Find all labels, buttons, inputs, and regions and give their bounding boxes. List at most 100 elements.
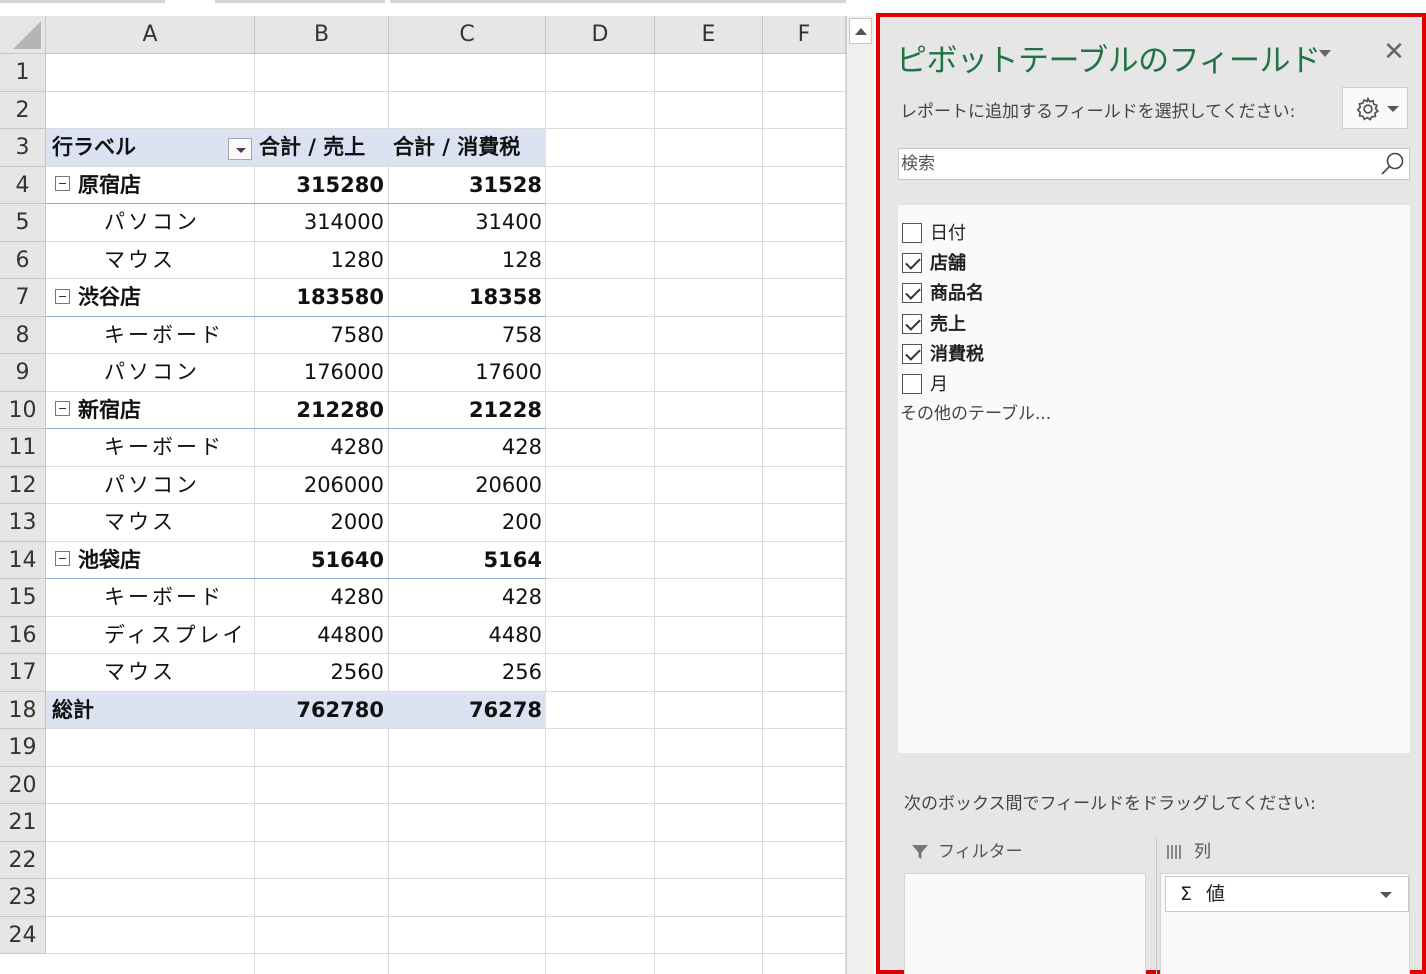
row-header[interactable]: 23 — [0, 879, 46, 917]
row-header[interactable]: 9 — [0, 354, 46, 392]
pivot-group-label[interactable]: 原宿店 — [78, 167, 248, 205]
pivot-sales-value[interactable]: 4280 — [258, 579, 384, 617]
row-header[interactable]: 18 — [0, 691, 46, 729]
row-header[interactable]: 20 — [0, 766, 46, 804]
pivot-tax-value[interactable]: 200 — [392, 504, 542, 542]
row-header[interactable]: 8 — [0, 316, 46, 354]
pivot-item-label[interactable]: マウス — [104, 504, 252, 542]
pivot-group-label[interactable]: 池袋店 — [78, 542, 248, 580]
pivot-tax-value[interactable]: 18358 — [392, 279, 542, 317]
row-header[interactable]: 10 — [0, 391, 46, 429]
pivot-row-label-header[interactable]: 行ラベル — [52, 129, 232, 167]
pivot-tax-value[interactable]: 128 — [392, 242, 542, 280]
collapse-group-button[interactable] — [55, 279, 74, 317]
pivot-sales-value[interactable]: 1280 — [258, 242, 384, 280]
column-header-f[interactable]: F — [763, 16, 846, 54]
search-input[interactable] — [901, 151, 1371, 177]
pivot-tax-value[interactable]: 76278 — [392, 692, 542, 730]
values-field-button[interactable]: Σ 値 — [1165, 876, 1409, 912]
pivot-item-label[interactable]: キーボード — [104, 429, 252, 467]
pivot-tax-value[interactable]: 256 — [392, 654, 542, 692]
search-icon[interactable] — [1379, 150, 1407, 178]
pivot-tax-value[interactable]: 20600 — [392, 467, 542, 505]
row-header[interactable]: 5 — [0, 204, 46, 242]
row-header[interactable]: 12 — [0, 466, 46, 504]
pivot-item-label[interactable]: ディスプレイ — [104, 617, 252, 655]
row-header[interactable]: 13 — [0, 504, 46, 542]
filters-drop-zone[interactable] — [904, 873, 1146, 974]
pivot-tax-value[interactable]: 428 — [392, 429, 542, 467]
row-label-filter-dropdown[interactable] — [228, 138, 252, 160]
search-field[interactable] — [898, 148, 1410, 180]
column-header-a[interactable]: A — [46, 16, 255, 54]
pivot-tax-value[interactable]: 17600 — [392, 354, 542, 392]
row-header[interactable]: 24 — [0, 916, 46, 954]
pivot-grand-total-label[interactable]: 総計 — [52, 692, 242, 730]
collapse-group-button[interactable] — [55, 542, 74, 580]
columns-drop-zone[interactable]: Σ 値 — [1160, 873, 1410, 974]
pivot-tax-value[interactable]: 4480 — [392, 617, 542, 655]
pivot-tax-value[interactable]: 758 — [392, 317, 542, 355]
pane-options-dropdown-icon[interactable] — [1316, 47, 1336, 61]
pivot-sales-value[interactable]: 314000 — [258, 204, 384, 242]
pivot-item-label[interactable]: パソコン — [104, 467, 252, 505]
row-header[interactable]: 14 — [0, 541, 46, 579]
pivot-sales-value[interactable]: 4280 — [258, 429, 384, 467]
pivot-sales-value[interactable]: 7580 — [258, 317, 384, 355]
row-header[interactable]: 2 — [0, 91, 46, 129]
checkbox-unchecked[interactable] — [902, 374, 922, 394]
close-icon[interactable]: ✕ — [1380, 39, 1408, 65]
tools-button[interactable] — [1342, 87, 1408, 129]
row-header[interactable]: 15 — [0, 579, 46, 617]
checkbox-checked[interactable] — [902, 253, 922, 274]
pivot-tax-value[interactable]: 31528 — [392, 167, 542, 205]
row-header[interactable]: 7 — [0, 279, 46, 317]
row-header[interactable]: 3 — [0, 129, 46, 167]
pivot-item-label[interactable]: パソコン — [104, 204, 252, 242]
pivot-sales-value[interactable]: 51640 — [258, 542, 384, 580]
pivot-sales-value[interactable]: 44800 — [258, 617, 384, 655]
vertical-scrollbar[interactable] — [846, 16, 874, 974]
pivot-tax-value[interactable]: 5164 — [392, 542, 542, 580]
checkbox-checked[interactable] — [902, 283, 922, 304]
checkbox-unchecked[interactable] — [902, 223, 922, 243]
pivot-tax-value[interactable]: 428 — [392, 579, 542, 617]
pivot-tax-header[interactable]: 合計 / 消費税 — [393, 129, 543, 167]
pivot-item-label[interactable]: キーボード — [104, 579, 252, 617]
collapse-group-button[interactable] — [55, 392, 74, 430]
row-header[interactable]: 11 — [0, 429, 46, 467]
row-header[interactable]: 4 — [0, 166, 46, 204]
pivot-item-label[interactable]: マウス — [104, 654, 252, 692]
pivot-group-label[interactable]: 新宿店 — [78, 392, 248, 430]
pivot-tax-value[interactable]: 21228 — [392, 392, 542, 430]
row-header[interactable]: 22 — [0, 841, 46, 879]
pivot-item-label[interactable]: パソコン — [104, 354, 252, 392]
row-header[interactable]: 21 — [0, 804, 46, 842]
pivot-group-label[interactable]: 渋谷店 — [78, 279, 248, 317]
row-header[interactable]: 6 — [0, 241, 46, 279]
collapse-group-button[interactable] — [55, 167, 74, 205]
more-tables-link[interactable]: その他のテーブル... — [900, 399, 1051, 424]
checkbox-checked[interactable] — [902, 343, 922, 364]
row-header[interactable]: 17 — [0, 654, 46, 692]
row-header[interactable]: 1 — [0, 54, 46, 92]
column-header-b[interactable]: B — [255, 16, 389, 54]
column-header-c[interactable]: C — [389, 16, 546, 54]
pivot-item-label[interactable]: キーボード — [104, 317, 252, 355]
pivot-item-label[interactable]: マウス — [104, 242, 252, 280]
pivot-sales-value[interactable]: 206000 — [258, 467, 384, 505]
row-header[interactable]: 16 — [0, 616, 46, 654]
select-all-button[interactable] — [0, 16, 46, 54]
pivot-sales-value[interactable]: 762780 — [258, 692, 384, 730]
pivot-sales-value[interactable]: 183580 — [258, 279, 384, 317]
checkbox-checked[interactable] — [902, 313, 922, 334]
pivot-sales-value[interactable]: 2000 — [258, 504, 384, 542]
scroll-up-button[interactable] — [849, 18, 872, 44]
row-header[interactable]: 19 — [0, 729, 46, 767]
pivot-sales-header[interactable]: 合計 / 売上 — [259, 129, 385, 167]
column-header-d[interactable]: D — [546, 16, 655, 54]
pivot-sales-value[interactable]: 315280 — [258, 167, 384, 205]
pivot-sales-value[interactable]: 2560 — [258, 654, 384, 692]
pivot-tax-value[interactable]: 31400 — [392, 204, 542, 242]
column-header-e[interactable]: E — [655, 16, 763, 54]
